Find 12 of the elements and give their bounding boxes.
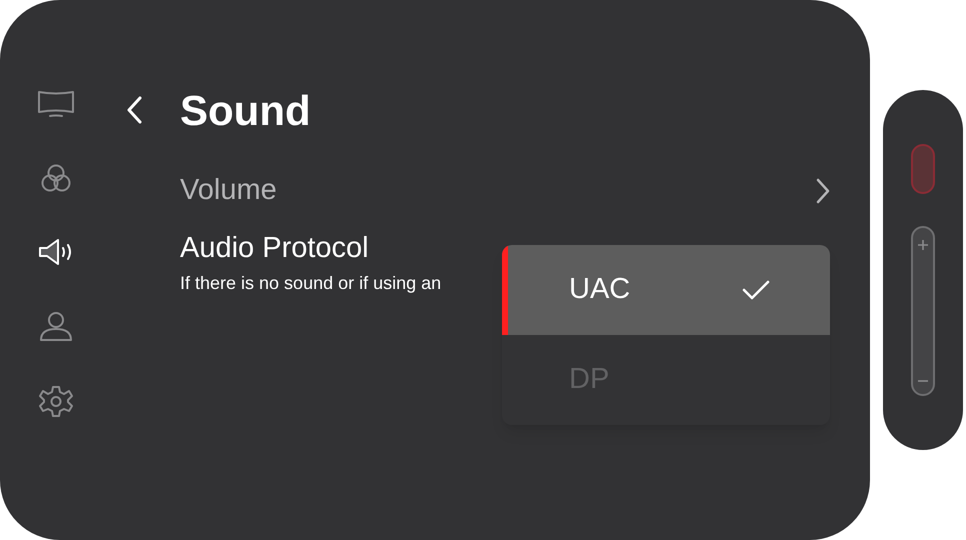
minus-icon (918, 380, 928, 382)
setting-label[interactable]: Audio Protocol (180, 230, 369, 266)
plus-icon (918, 240, 928, 250)
checkmark-icon (742, 280, 770, 300)
chevron-right-icon[interactable] (816, 178, 830, 204)
volume-rocker[interactable] (911, 226, 935, 396)
setting-description: If there is no sound or if using an (180, 272, 442, 295)
setting-label[interactable]: Volume (180, 169, 277, 213)
settings-icon[interactable] (36, 384, 76, 418)
back-icon[interactable] (126, 96, 142, 124)
dropdown-option[interactable]: UAC (502, 245, 830, 335)
page-title: Sound (180, 86, 311, 136)
